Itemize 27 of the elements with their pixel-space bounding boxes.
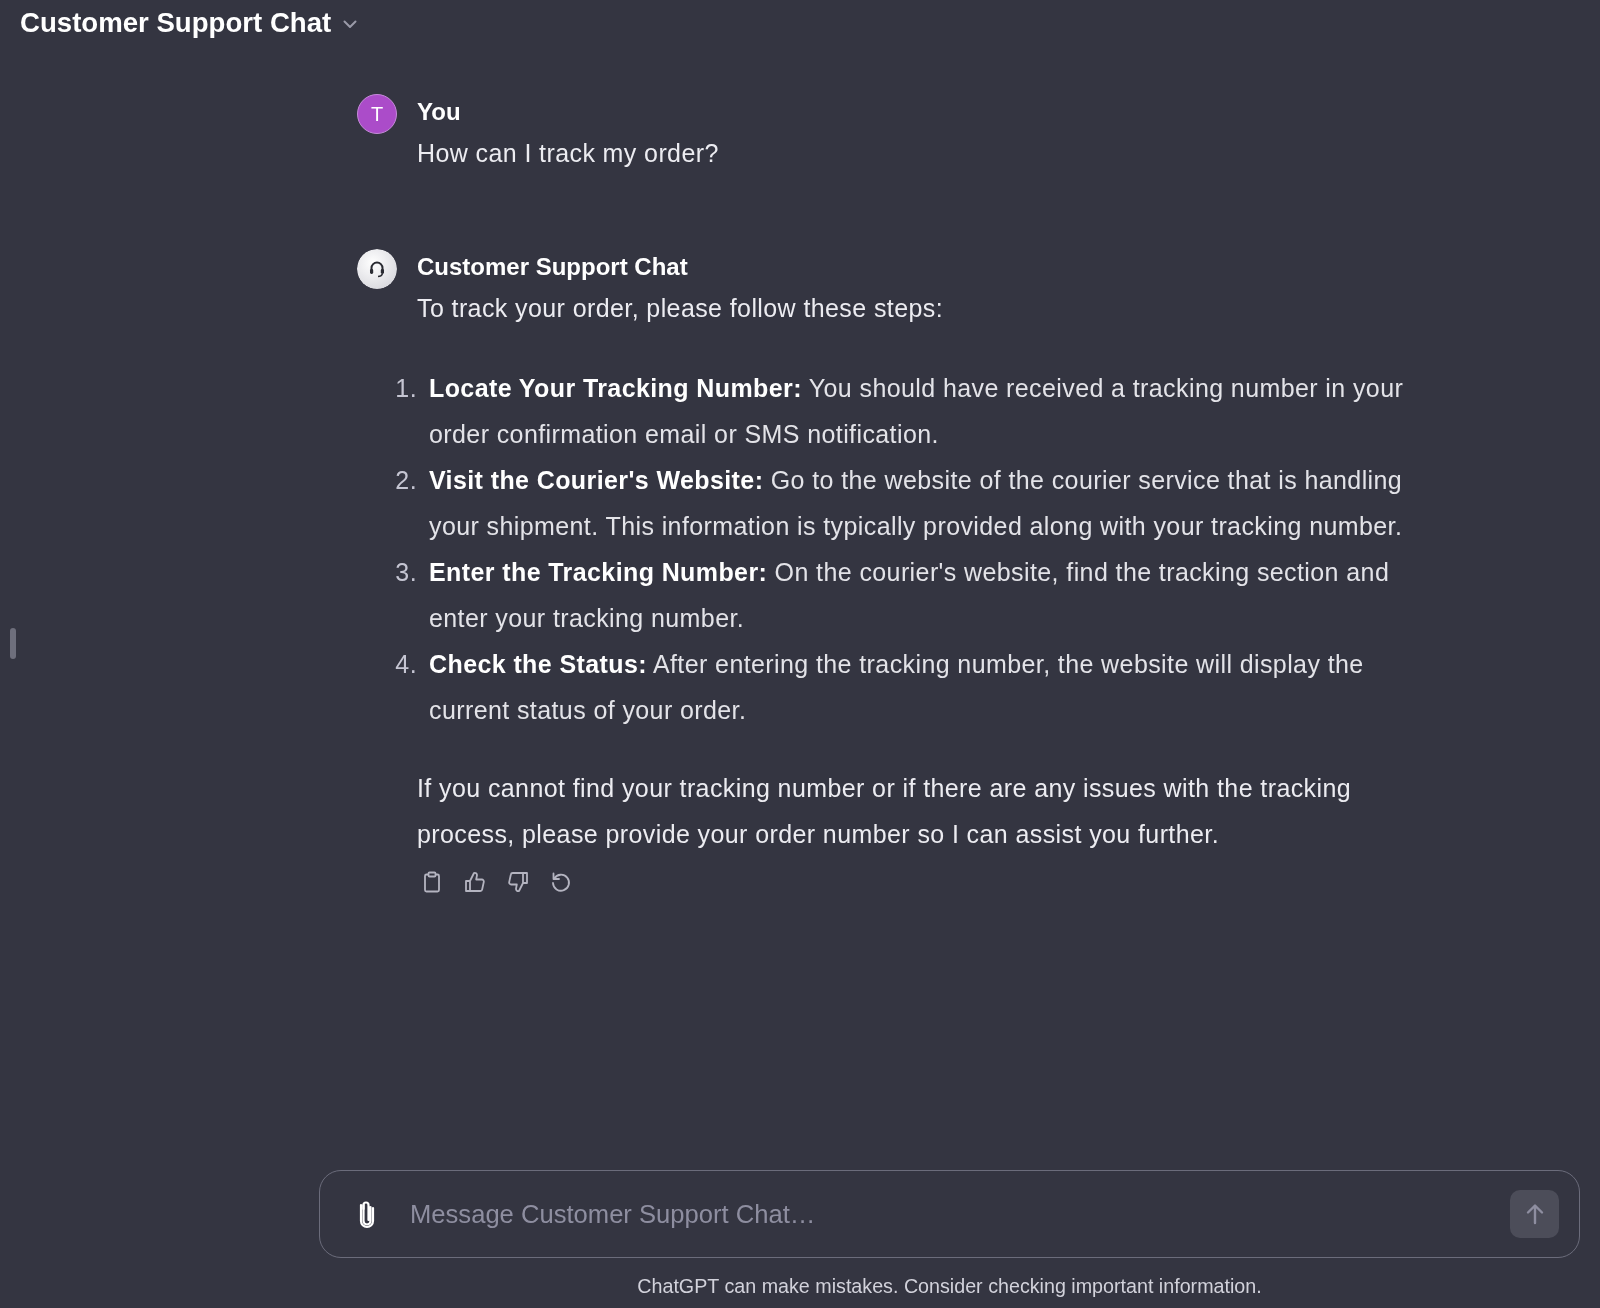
step-text: Enter the Tracking Number: On the courier's website, find the tracking section and enter your tracking number. (429, 557, 1391, 634)
step-text: Check the Status: After entering the tracking number, the website will display the current status of your order. (429, 649, 1365, 726)
message-text: How can I track my order? (417, 138, 720, 169)
message-input[interactable]: Message Customer Support Chat… (319, 1170, 1580, 1258)
disclaimer-text: ChatGPT can make mistakes. Consider checking important information. (636, 1274, 1263, 1299)
arrow-up-icon (1524, 1203, 1545, 1225)
sidebar-handle[interactable] (10, 628, 16, 659)
model-menu-button[interactable]: Customer Support Chat (20, 4, 358, 42)
headset-avatar-icon (357, 249, 397, 289)
message-text: To track your order, please follow these steps: (417, 293, 944, 324)
author-name: You (417, 97, 461, 127)
caret-icon (343, 19, 358, 29)
step-number: 1. (394, 373, 417, 404)
message-field[interactable]: Message Customer Support Chat… (410, 1194, 1479, 1234)
thumbs-down-icon (507, 871, 529, 893)
author-name: Customer Support Chat (417, 252, 688, 282)
thumbs-up-icon (464, 871, 486, 893)
step-number: 3. (394, 557, 417, 588)
user-avatar: T (357, 94, 397, 134)
message-text: If you cannot find your tracking number or if there are any issues with the tracking process, please provide your order number so I can assist you further. (417, 773, 1353, 850)
step-text: Locate Your Tracking Number: You should have received a tracking number in your order confirmation email or SMS notification. (429, 373, 1405, 450)
refresh-icon (550, 871, 572, 893)
step-number: 2. (394, 465, 417, 496)
step-text: Visit the Courier's Website: Go to the website of the courier service that is handling your shipment. This information is typically provided along with your tracking number. (429, 465, 1404, 542)
clipboard-icon (422, 871, 442, 893)
step-number: 4. (394, 649, 417, 680)
paperclip-icon (359, 1199, 375, 1229)
